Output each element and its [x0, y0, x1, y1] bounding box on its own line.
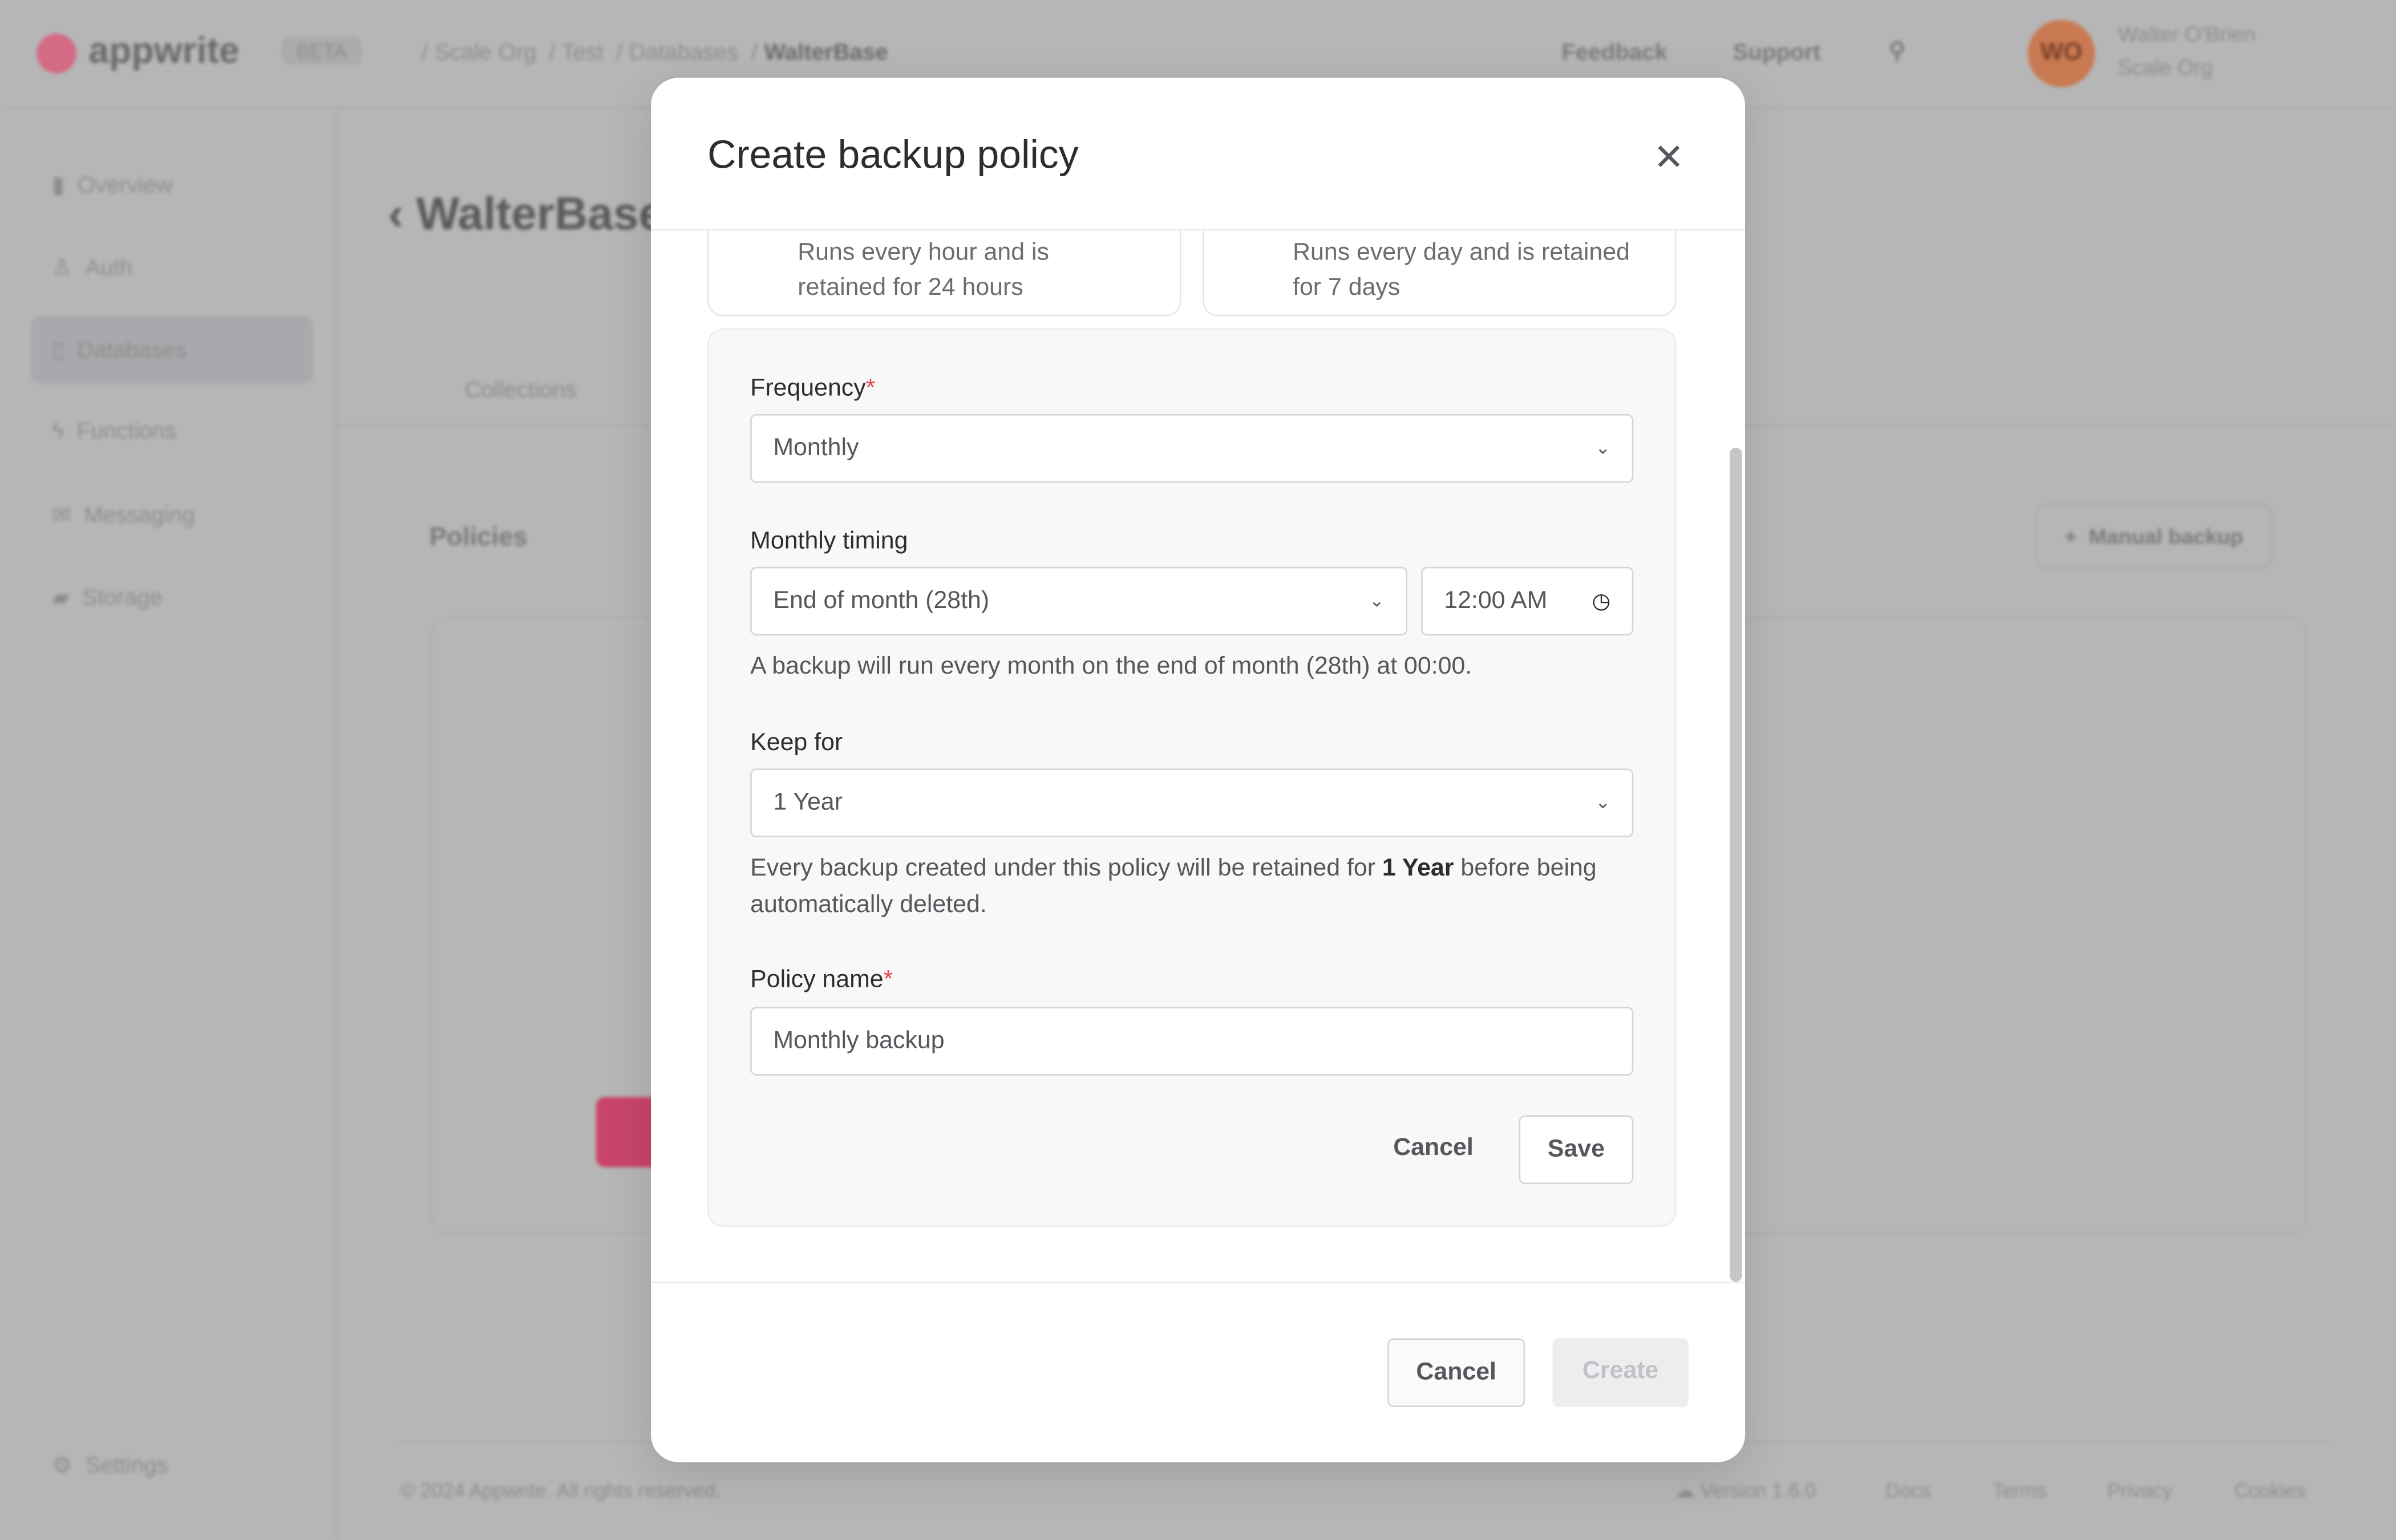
dialog-header: Create backup policy ✕	[651, 78, 1745, 231]
user-name: Walter O'Brien	[2118, 21, 2256, 46]
card-description: Runs every hour and is	[798, 240, 1049, 266]
create-button[interactable]: Create	[1552, 1338, 1689, 1407]
save-button[interactable]: Save	[1519, 1115, 1634, 1184]
card-description: for 7 days	[1293, 275, 1401, 301]
sidebar-item-settings[interactable]: ⚙ Settings	[52, 1452, 168, 1479]
footer-link-docs[interactable]: Docs	[1885, 1479, 1930, 1502]
sidebar-item-overview[interactable]: ▮ Overview	[52, 171, 173, 199]
card-description: retained for 24 hours	[798, 275, 1023, 301]
monthly-timing-label: Monthly timing	[750, 528, 908, 555]
breadcrumb: / Scale Org / Test / Databases / WalterB…	[422, 39, 888, 66]
footer-link-privacy[interactable]: Privacy	[2107, 1479, 2172, 1502]
support-link[interactable]: Support	[1733, 40, 1820, 66]
copyright: © 2024 Appwrite. All rights reserved.	[400, 1478, 721, 1502]
chevron-down-icon: ⌄	[1595, 791, 1611, 813]
time-input[interactable]: 12:00 AM ◷	[1421, 566, 1634, 636]
sidebar-item-databases[interactable]: ▯ Databases	[52, 336, 187, 364]
policy-name-label: Policy name*	[750, 967, 893, 994]
chevron-down-icon: ⌄	[1369, 589, 1385, 611]
sidebar-item-messaging[interactable]: ✉ Messaging	[52, 501, 195, 529]
version: ☁ Version 1.6.0	[1674, 1478, 1816, 1502]
sidebar-item-auth[interactable]: ♙ Auth	[52, 254, 132, 281]
sidebar-item-functions[interactable]: ϟ Functions	[52, 419, 176, 445]
page-title: ‹ WalterBase	[388, 189, 665, 240]
frequency-select[interactable]: Monthly ⌄	[750, 414, 1634, 483]
keep-for-help: Every backup created under this policy w…	[750, 855, 1597, 918]
chevron-down-icon: ⌄	[1595, 437, 1611, 459]
beta-badge: BETA	[281, 37, 362, 66]
dialog-scrollbar[interactable]	[1730, 447, 1742, 1282]
logo-text: appwrite	[88, 30, 240, 72]
cancel-button[interactable]: Cancel	[1387, 1338, 1525, 1407]
keep-for-label: Keep for	[750, 730, 843, 756]
feedback-link[interactable]: Feedback	[1561, 40, 1667, 66]
keep-for-select[interactable]: 1 Year ⌄	[750, 768, 1634, 837]
avatar[interactable]: WO	[2027, 19, 2095, 87]
user-org: Scale Org	[2118, 55, 2213, 80]
sidebar-item-storage[interactable]: ▰ Storage	[52, 583, 163, 611]
tab-collections[interactable]: Collections	[464, 378, 577, 404]
create-backup-policy-dialog: Runs every hour and is retained for 24 h…	[651, 78, 1745, 1462]
clock-icon[interactable]: ◷	[1592, 568, 1610, 634]
card-description: Runs every day and is retained	[1293, 240, 1630, 266]
breadcrumb-org[interactable]: Scale Org	[435, 40, 537, 66]
dialog-title: Create backup policy	[707, 131, 1079, 177]
close-icon[interactable]: ✕	[1653, 136, 1684, 180]
breadcrumb-database[interactable]: WalterBase	[764, 40, 888, 66]
frequency-label: Frequency*	[750, 375, 876, 402]
breadcrumb-project[interactable]: Test	[561, 40, 604, 66]
breadcrumb-databases[interactable]: Databases	[629, 40, 739, 66]
footer-link-cookies[interactable]: Cookies	[2234, 1479, 2306, 1502]
footer-link-terms[interactable]: Terms	[1993, 1479, 2047, 1502]
custom-policy-form: Frequency* Monthly ⌄ Monthly timing End o…	[707, 328, 1677, 1227]
section-title: Policies	[429, 522, 528, 552]
timing-help: A backup will run every month on the end…	[750, 654, 1472, 680]
search-icon[interactable]: ⚲	[1889, 37, 1905, 64]
dialog-footer: Cancel Create	[651, 1282, 1745, 1462]
policy-name-input[interactable]: Monthly backup	[750, 1007, 1634, 1076]
appwrite-logo-icon	[37, 33, 76, 74]
monthly-timing-select[interactable]: End of month (28th) ⌄	[750, 566, 1407, 636]
manual-backup-button[interactable]: + Manual backup	[2035, 504, 2273, 569]
panel-cancel-button[interactable]: Cancel	[1375, 1115, 1492, 1184]
sidebar-divider	[336, 107, 338, 1540]
